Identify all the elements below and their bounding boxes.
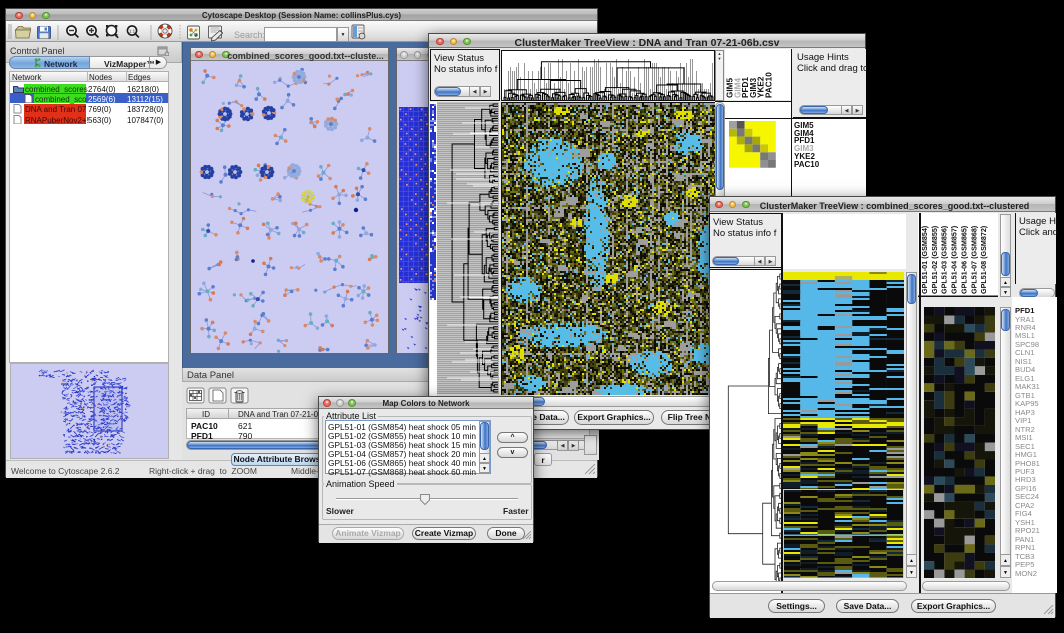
svg-text:GPL51-02 (GSM855): GPL51-02 (GSM855): [930, 225, 939, 294]
svg-text:GPL51-01 (GSM854): GPL51-01 (GSM854): [920, 225, 929, 294]
svg-text:1:1: 1:1: [129, 29, 136, 34]
svg-text:GPL51-08 (GSM872): GPL51-08 (GSM872): [979, 225, 988, 294]
svg-text:PAC10: PAC10: [765, 72, 774, 98]
svg-text:GPL51-04 (GSM857): GPL51-04 (GSM857): [950, 225, 959, 294]
svg-text:GPL51-07 (GSM868): GPL51-07 (GSM868): [969, 225, 978, 294]
svg-text:GPL51-06 (GSM865): GPL51-06 (GSM865): [959, 225, 968, 294]
svg-text:GPL51-03 (GSM856): GPL51-03 (GSM856): [940, 225, 949, 294]
